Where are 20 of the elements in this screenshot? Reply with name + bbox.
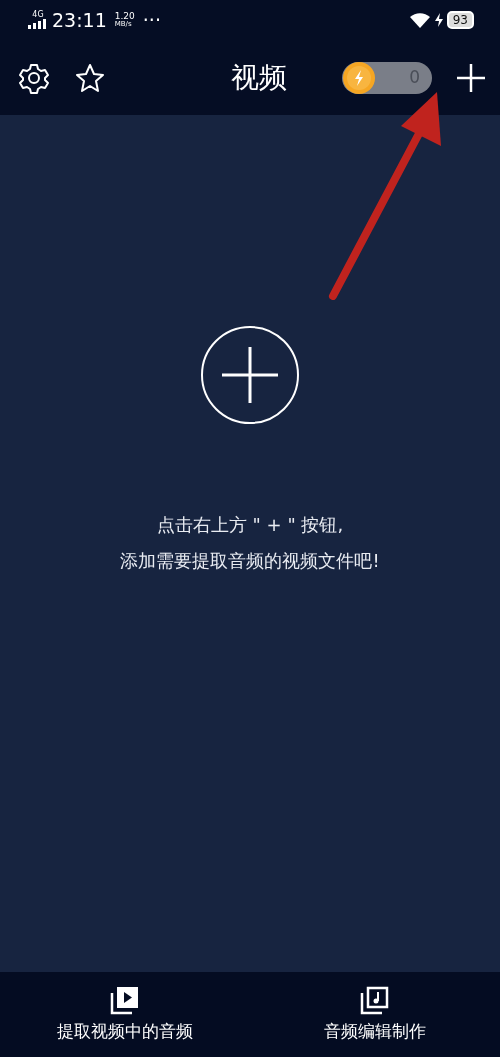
bottom-tab[interactable]: 音频编辑制作: [250, 972, 500, 1057]
music-icon: [360, 984, 390, 1015]
more-icon: ···: [142, 5, 161, 35]
hint-text: 添加需要提取音频的视频文件吧!: [120, 549, 380, 573]
network-label: 4G: [32, 11, 44, 19]
signal-icon: [28, 19, 48, 29]
battery-indicator: 93: [446, 11, 474, 29]
time-label: 23:11: [52, 7, 107, 33]
settings-icon[interactable]: [18, 61, 50, 94]
bottom-tab[interactable]: 提取视频中的音频: [0, 972, 250, 1057]
add-circle-icon[interactable]: [200, 325, 300, 425]
hint-text: 点击右上方 " + " 按钮,: [156, 513, 344, 537]
speed-value: 1.20: [114, 12, 135, 20]
charging-icon: [434, 13, 443, 27]
star-icon[interactable]: [74, 61, 106, 94]
lightning-icon: [342, 60, 376, 95]
page-title: 视频: [231, 59, 287, 96]
add-icon[interactable]: [456, 62, 486, 93]
video-icon: [110, 984, 140, 1015]
wifi-icon: [408, 12, 431, 28]
